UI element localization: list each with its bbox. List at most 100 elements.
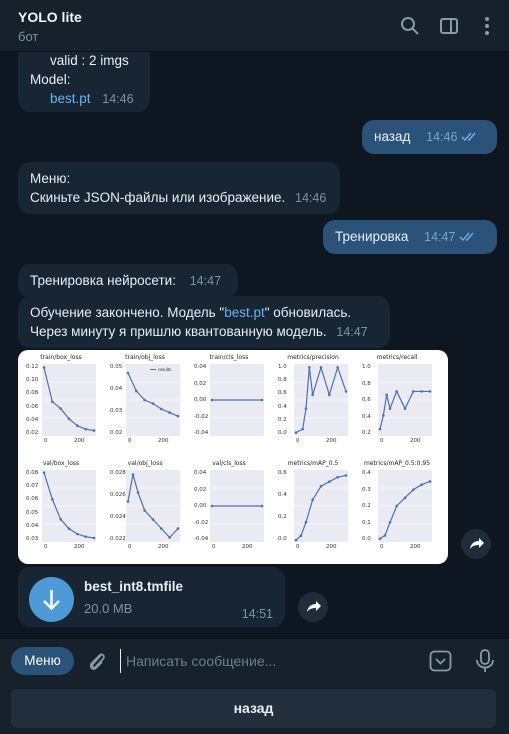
x-tick-label: 0: [380, 438, 384, 444]
plot-area: [294, 470, 348, 542]
chart-title: train/box_loss: [40, 354, 82, 361]
file-name: best_int8.tmfile: [84, 579, 184, 594]
y-tick-label: 0.00: [194, 397, 207, 403]
y-tick-label: 0.8: [278, 377, 287, 384]
x-tick-label: 0: [212, 544, 216, 550]
data-point: [176, 527, 180, 530]
data-point: [304, 520, 308, 524]
data-point: [378, 427, 382, 431]
y-tick-label: 0.07: [26, 483, 39, 490]
x-tick-label: 200: [410, 438, 421, 444]
sidebar-toggle-icon[interactable]: [438, 15, 460, 37]
plot-area: [294, 364, 348, 436]
message-menu[interactable]: Меню: Скиньте JSON-файлы или изображение…: [18, 162, 340, 214]
data-point: [92, 429, 96, 432]
data-point: [328, 480, 331, 483]
data-point: [336, 475, 339, 479]
message-input[interactable]: [120, 649, 410, 673]
data-point: [311, 498, 314, 501]
chart-title: metrics/mAP_0.5:0.95: [364, 460, 430, 467]
y-tick-label: 0.026: [110, 492, 126, 498]
chart-train-cls-loss: train/cls_loss 0.04 0.02 0.00 -0.02 -0.04: [194, 354, 264, 450]
data-point: [126, 371, 130, 375]
series-line: [127, 372, 179, 417]
y-tick-label: 0.6: [278, 470, 287, 476]
message-list[interactable]: valid : 2 imgs Model: best.pt 14:46 наза…: [0, 52, 509, 638]
model-link[interactable]: best.pt: [224, 305, 265, 320]
message-line: Скиньте JSON-файлы или изображение.: [30, 190, 286, 205]
y-tick-label: 0.02: [194, 486, 207, 493]
read-ticks-icon: [459, 232, 474, 242]
message-training-out[interactable]: Тренировка 14:47: [323, 220, 497, 254]
y-tick-label: 0.05: [110, 364, 123, 370]
x-tick-label: 200: [158, 438, 169, 444]
message-training-done[interactable]: Обучение закончено. Модель "best.pt" обн…: [18, 296, 390, 348]
plot-area: [42, 364, 96, 436]
keyboard-button-back[interactable]: назад: [11, 689, 496, 728]
results-image[interactable]: train/box_loss 0.12 0.10 0.08 0.06 0.04 0.02 0 2…: [18, 350, 448, 564]
plot-svg: [42, 366, 96, 432]
data-point: [160, 527, 163, 530]
chart-val-obj-loss: val/obj_loss 0.028 0.026 0.024 0.022 0 200: [110, 460, 180, 556]
message-training-title[interactable]: Тренировка нейросети: 14:47: [18, 264, 238, 298]
download-button[interactable]: [29, 577, 74, 622]
plot-area: [378, 364, 432, 436]
file-message[interactable]: best_int8.tmfile 20.0 MB 14:51: [18, 567, 285, 627]
chart-title: val/box_loss: [42, 460, 80, 467]
y-tick-label: 0.08: [26, 470, 39, 476]
chat-subtitle: бот: [18, 29, 39, 44]
y-tick-label: 0.2: [278, 416, 287, 423]
y-tick-label: 0.024: [110, 514, 126, 520]
data-point: [76, 532, 79, 536]
y-tick-label: 0.02: [26, 430, 39, 436]
y-tick-label: 0.4: [278, 492, 287, 498]
download-arrow-icon: [43, 590, 60, 611]
data-point: [388, 407, 392, 410]
data-point: [67, 417, 71, 421]
search-icon[interactable]: [399, 15, 421, 37]
data-point: [176, 414, 180, 418]
composer: Меню: [0, 638, 509, 682]
y-tick-label: 0.6: [362, 397, 371, 403]
more-vert-icon[interactable]: [476, 15, 498, 37]
message-time: 14:46: [102, 92, 134, 106]
chat-title[interactable]: YOLO lite: [18, 9, 82, 25]
y-tick-label: 0.04: [110, 386, 123, 392]
model-link[interactable]: best.pt: [50, 91, 91, 106]
data-point: [308, 366, 311, 369]
message-time: 14:47: [189, 274, 222, 288]
data-point: [59, 407, 62, 410]
forward-button[interactable]: [298, 592, 328, 622]
message-text: назад: [374, 129, 411, 144]
y-tick-label: 0.02: [110, 430, 123, 436]
data-point: [210, 398, 214, 402]
y-tick-label: 0.4: [362, 470, 371, 476]
x-tick-label: 0: [44, 438, 48, 444]
y-tick-label: 0.1: [362, 519, 371, 526]
message-time: 14:47: [424, 230, 456, 244]
bot-keyboard-icon[interactable]: [429, 650, 452, 672]
forward-button[interactable]: [461, 529, 491, 559]
plot-area: [126, 470, 180, 542]
data-point: [51, 498, 54, 501]
data-point: [383, 534, 387, 537]
plot-svg: [378, 480, 432, 541]
microphone-icon[interactable]: [474, 648, 496, 674]
y-tick-label: 0.03: [110, 408, 123, 414]
y-tick-label: 0.05: [26, 509, 39, 516]
menu-button[interactable]: Меню: [11, 647, 74, 675]
message-back-out[interactable]: назад 14:46: [362, 120, 497, 154]
attach-icon[interactable]: [86, 649, 108, 673]
series-line: [379, 480, 431, 540]
data-point: [151, 402, 155, 405]
y-tick-label: 0.4: [278, 403, 287, 410]
data-point: [260, 398, 264, 402]
chart-metrics-map-0-5: metrics/mAP_0.5 0.6 0.4 0.2 0.0 0 200: [278, 460, 348, 556]
y-tick-label: 0.0: [362, 536, 371, 542]
message-dataset-info[interactable]: valid : 2 imgs Model: best.pt 14:46: [18, 52, 150, 112]
message-line: Через минуту я пришлю квантованную модел…: [30, 324, 327, 339]
data-point: [385, 393, 388, 397]
data-point: [412, 488, 415, 491]
chat-header[interactable]: YOLO lite бот: [0, 0, 509, 52]
x-tick-label: 200: [326, 438, 337, 444]
